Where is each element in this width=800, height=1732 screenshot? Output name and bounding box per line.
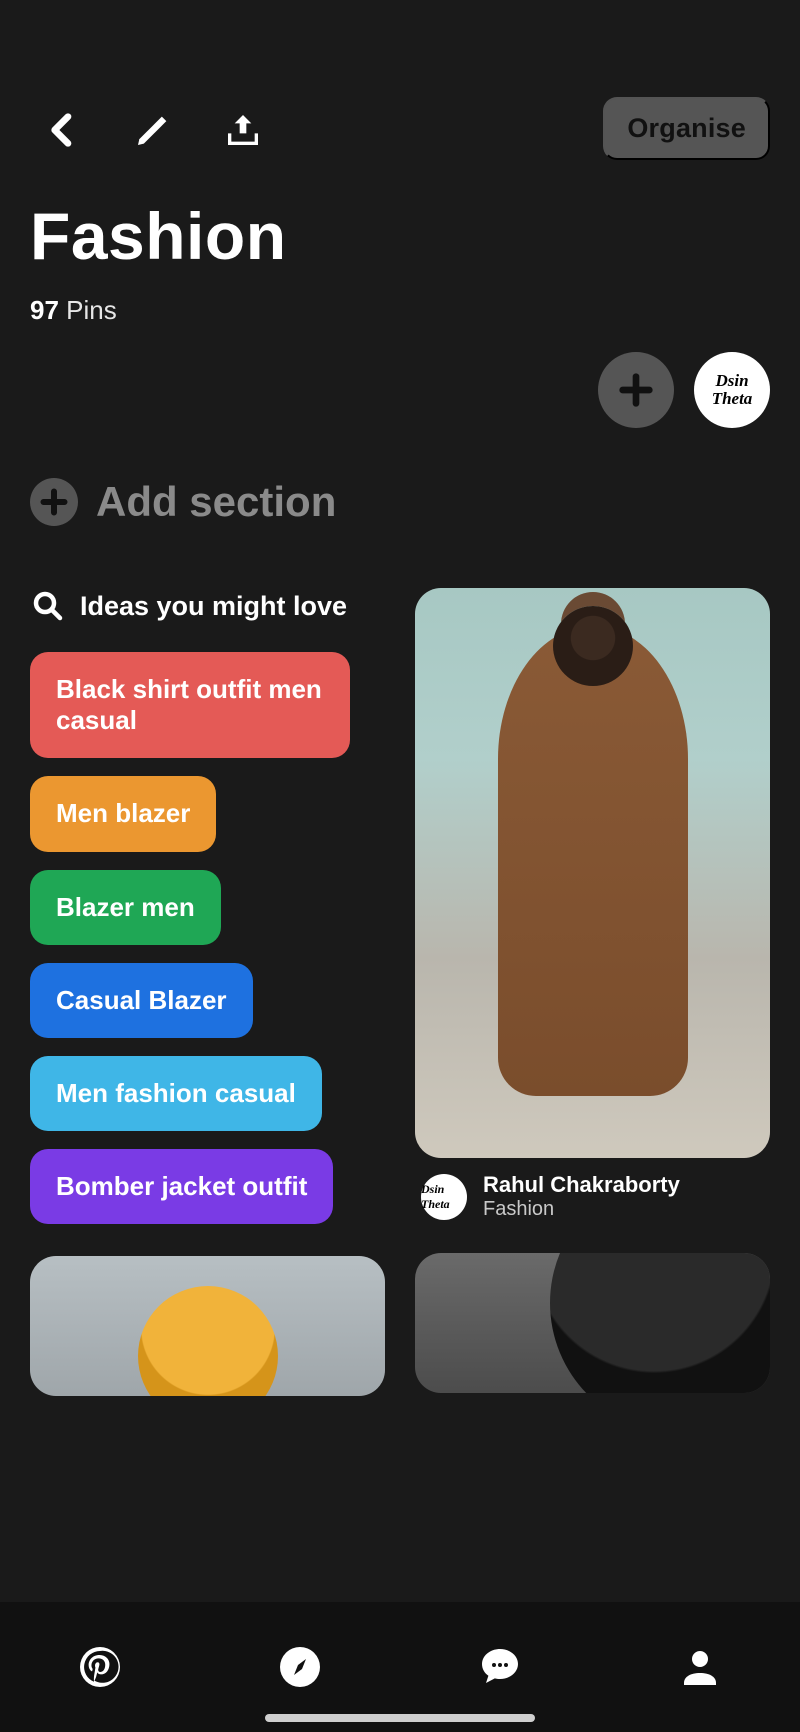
- pencil-icon: [133, 110, 173, 150]
- pin-meta: Dsin Theta Rahul Chakraborty Fashion: [415, 1172, 770, 1221]
- compass-icon: [276, 1643, 324, 1691]
- pin-count-label: Pins: [66, 295, 117, 325]
- pin-author-name: Rahul Chakraborty: [483, 1172, 680, 1198]
- pin-count: 97 Pins: [30, 295, 117, 326]
- tab-profile[interactable]: [600, 1602, 800, 1732]
- pin-image: [30, 1256, 385, 1396]
- person-icon: [676, 1643, 724, 1691]
- pinterest-icon: [76, 1643, 124, 1691]
- tab-notifications[interactable]: [400, 1602, 600, 1732]
- add-section-button[interactable]: Add section: [30, 478, 336, 526]
- content-left-column: Ideas you might love Black shirt outfit …: [30, 588, 385, 1602]
- tab-bar: [0, 1602, 800, 1732]
- pin-card[interactable]: Dsin Theta Rahul Chakraborty Fashion: [415, 588, 770, 1221]
- back-button[interactable]: [18, 100, 108, 160]
- pin-board-name: Fashion: [483, 1198, 680, 1221]
- chat-icon: [476, 1643, 524, 1691]
- share-button[interactable]: [198, 100, 288, 160]
- content-grid: Ideas you might love Black shirt outfit …: [30, 588, 770, 1602]
- pin-image: [415, 1253, 770, 1393]
- plus-circle-icon: [30, 478, 78, 526]
- plus-icon: [616, 370, 656, 410]
- edit-button[interactable]: [108, 100, 198, 160]
- idea-tag[interactable]: Casual Blazer: [30, 963, 253, 1038]
- pin-image: [415, 588, 770, 1158]
- pin-card[interactable]: [30, 1256, 385, 1396]
- add-section-label: Add section: [96, 478, 336, 526]
- content-right-column: Dsin Theta Rahul Chakraborty Fashion: [415, 588, 770, 1602]
- organise-button[interactable]: Organise: [603, 97, 770, 160]
- plus-icon: [36, 484, 72, 520]
- search-icon: [30, 588, 66, 624]
- ideas-heading: Ideas you might love: [80, 591, 347, 622]
- collaborators-row: Dsin Theta: [598, 352, 770, 428]
- chevron-left-icon: [43, 110, 83, 150]
- pin-count-number: 97: [30, 295, 59, 325]
- home-indicator: [265, 1714, 535, 1722]
- pin-author-avatar[interactable]: Dsin Theta: [421, 1174, 467, 1220]
- add-collaborator-button[interactable]: [598, 352, 674, 428]
- idea-tag[interactable]: Black shirt outfit men casual: [30, 652, 350, 758]
- idea-tag[interactable]: Men fashion casual: [30, 1056, 322, 1131]
- ideas-header: Ideas you might love: [30, 588, 385, 624]
- idea-tag[interactable]: Men blazer: [30, 776, 216, 851]
- idea-tag[interactable]: Bomber jacket outfit: [30, 1149, 333, 1224]
- share-icon: [223, 110, 263, 150]
- idea-tag[interactable]: Blazer men: [30, 870, 221, 945]
- tab-home[interactable]: [0, 1602, 200, 1732]
- board-title: Fashion: [30, 198, 287, 274]
- owner-avatar[interactable]: Dsin Theta: [694, 352, 770, 428]
- pin-card[interactable]: [415, 1253, 770, 1393]
- tab-explore[interactable]: [200, 1602, 400, 1732]
